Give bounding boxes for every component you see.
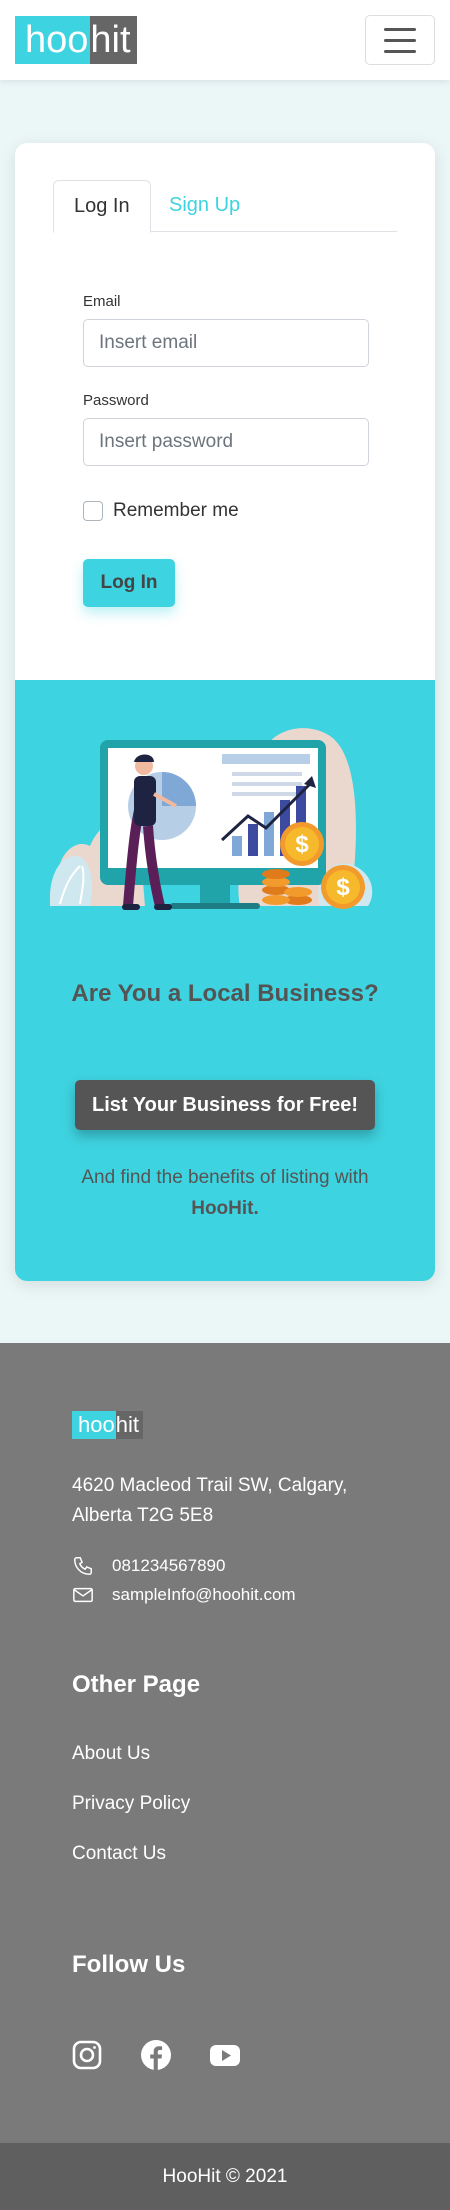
copyright: HooHit © 2021 bbox=[0, 2143, 450, 2210]
tab-signup[interactable]: Sign Up bbox=[149, 180, 260, 232]
auth-card: Log In Sign Up Email Password Remember m… bbox=[15, 143, 435, 1281]
phone-icon bbox=[74, 1557, 92, 1575]
footer-link-about[interactable]: About Us bbox=[72, 1743, 150, 1765]
email-label: Email bbox=[83, 293, 121, 310]
footer-email[interactable]: sampleInfo@hoohit.com bbox=[72, 1584, 296, 1606]
youtube-icon[interactable] bbox=[209, 2039, 241, 2071]
footer-link-contact[interactable]: Contact Us bbox=[72, 1843, 166, 1865]
instagram-icon[interactable] bbox=[71, 2039, 103, 2071]
menu-toggle-button[interactable] bbox=[365, 15, 435, 65]
navbar: hoo hit bbox=[0, 0, 450, 80]
business-illustration: $ $ bbox=[50, 728, 373, 910]
footer-logo[interactable]: hoo hit bbox=[72, 1411, 143, 1439]
password-label: Password bbox=[83, 392, 149, 409]
login-button[interactable]: Log In bbox=[83, 559, 175, 607]
auth-tabs: Log In Sign Up bbox=[53, 180, 397, 233]
remember-me-checkbox[interactable] bbox=[83, 501, 103, 521]
menu-icon bbox=[384, 27, 416, 31]
tab-login[interactable]: Log In bbox=[53, 180, 151, 233]
password-field[interactable] bbox=[83, 418, 369, 466]
list-business-button[interactable]: List Your Business for Free! bbox=[75, 1080, 375, 1130]
mail-icon bbox=[73, 1587, 93, 1603]
svg-text:$: $ bbox=[295, 831, 309, 858]
email-field[interactable] bbox=[83, 319, 369, 367]
footer: hoo hit 4620 Macleod Trail SW, Calgary, A… bbox=[0, 1343, 450, 2143]
business-promo: $ $ Are You a Local Business? List Your … bbox=[15, 680, 435, 1281]
login-form: Email Password Remember me Log In bbox=[83, 293, 369, 607]
brand-logo[interactable]: hoo hit bbox=[15, 16, 137, 64]
footer-address: 4620 Macleod Trail SW, Calgary, Alberta … bbox=[72, 1475, 348, 1526]
remember-me-label: Remember me bbox=[113, 500, 239, 521]
svg-text:$: $ bbox=[336, 874, 350, 901]
facebook-icon[interactable] bbox=[140, 2039, 172, 2071]
follow-us-heading: Follow Us bbox=[72, 1951, 186, 1978]
footer-phone[interactable]: 081234567890 bbox=[72, 1555, 225, 1577]
promo-title: Are You a Local Business? bbox=[71, 980, 379, 1007]
footer-link-privacy[interactable]: Privacy Policy bbox=[72, 1793, 190, 1815]
promo-description: And find the benefits of listing with Ho… bbox=[81, 1167, 369, 1219]
other-page-heading: Other Page bbox=[72, 1671, 201, 1698]
